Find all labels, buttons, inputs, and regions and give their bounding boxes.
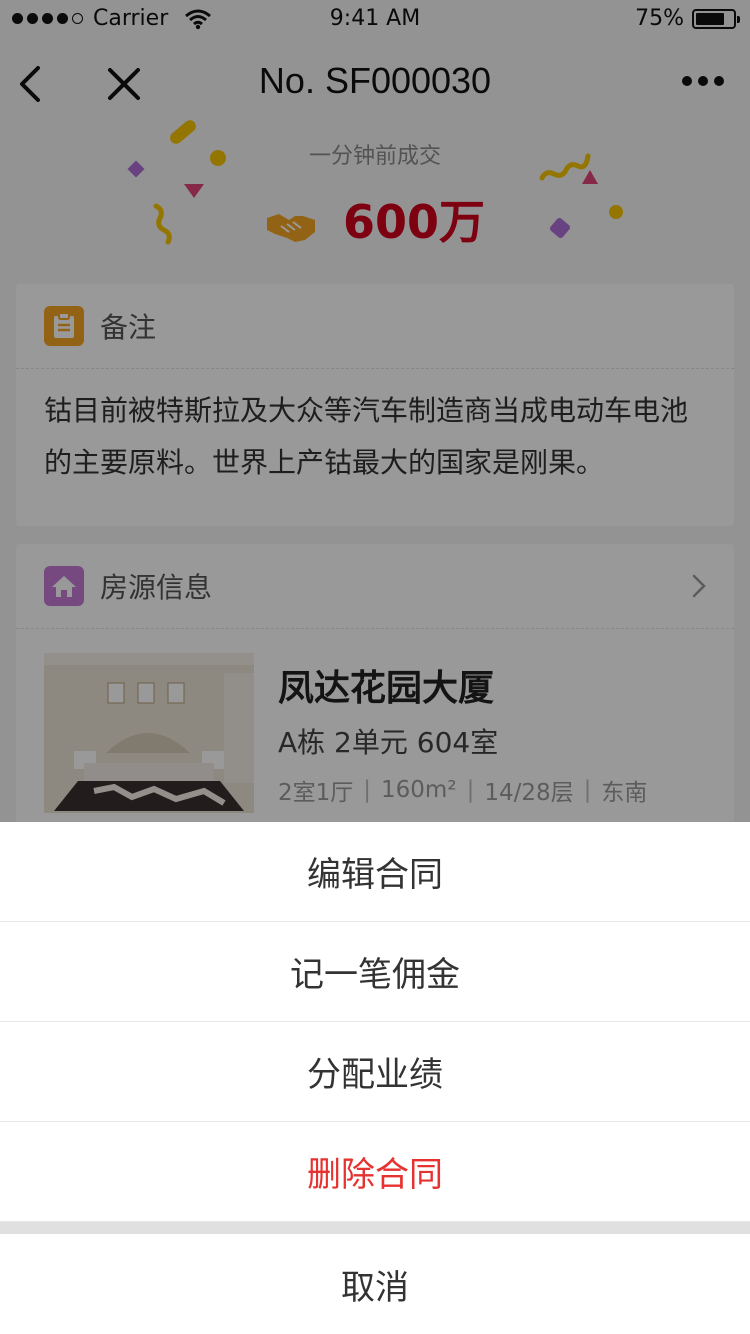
edit-contract-button[interactable]: 编辑合同 <box>0 822 750 922</box>
contract-detail-page: Carrier 9:41 AM 75% No. SF000030 一分钟前成交 … <box>0 0 750 1334</box>
record-commission-button[interactable]: 记一笔佣金 <box>0 922 750 1022</box>
action-sheet: 编辑合同 记一笔佣金 分配业绩 删除合同 取消 <box>0 822 750 1334</box>
delete-contract-button[interactable]: 删除合同 <box>0 1122 750 1222</box>
cancel-button[interactable]: 取消 <box>0 1234 750 1334</box>
allocate-performance-button[interactable]: 分配业绩 <box>0 1022 750 1122</box>
